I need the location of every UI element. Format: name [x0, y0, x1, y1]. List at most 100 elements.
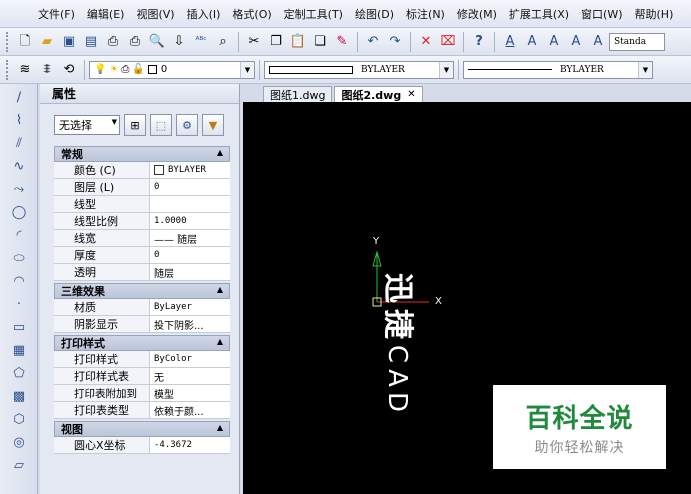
erase-icon[interactable]: ⌧: [438, 32, 458, 52]
plot-icon[interactable]: ⎙: [125, 32, 145, 52]
property-row-linetype[interactable]: 线型: [54, 196, 230, 213]
collapse-icon[interactable]: ▲: [217, 285, 223, 294]
cut-icon[interactable]: ✂: [244, 32, 264, 52]
donut-icon[interactable]: ◎: [8, 432, 30, 452]
text-style-icon[interactable]: A: [500, 32, 520, 52]
menu-file[interactable]: 文件(F): [32, 6, 81, 22]
property-row-plot-table-type[interactable]: 打印表类型 依赖于颜...: [54, 402, 230, 419]
watermark-title: 百科全说: [525, 403, 634, 434]
selection-dropdown[interactable]: 无选择 ▼: [54, 115, 120, 135]
paste-special-icon[interactable]: ❏: [310, 32, 330, 52]
menu-dimension[interactable]: 标注(N): [400, 6, 451, 22]
menu-edit[interactable]: 编辑(E): [81, 6, 131, 22]
collapse-icon[interactable]: ▲: [217, 423, 223, 432]
property-row-color[interactable]: 颜色 (C) BYLAYER: [54, 162, 230, 179]
delete-icon[interactable]: ✕: [416, 32, 436, 52]
print-preview-icon[interactable]: 🔍: [147, 32, 167, 52]
text-icon[interactable]: A: [522, 32, 542, 52]
revcloud-icon[interactable]: ⤳: [8, 179, 30, 199]
menu-help[interactable]: 帮助(H): [629, 6, 680, 22]
property-row-thickness[interactable]: 厚度 0: [54, 247, 230, 264]
layer-previous-icon[interactable]: ⟲: [59, 60, 79, 80]
text-find-icon[interactable]: A: [566, 32, 586, 52]
paste-icon[interactable]: 📋: [288, 32, 308, 52]
property-row-center-x[interactable]: 圆心X坐标 -4.3672: [54, 437, 230, 454]
property-row-transparency[interactable]: 透明 随层: [54, 264, 230, 281]
find-icon[interactable]: ⌕: [213, 32, 233, 52]
toggle-pickadd-icon[interactable]: ⊞: [124, 114, 146, 136]
property-row-material[interactable]: 材质 ByLayer: [54, 299, 230, 316]
drawing-canvas[interactable]: Y X 迅 捷 C A D 百科全说 助你轻松解决: [243, 102, 691, 494]
line-icon[interactable]: ∕: [8, 87, 30, 107]
help-icon[interactable]: ?: [469, 32, 489, 52]
property-row-linetype-scale[interactable]: 线型比例 1.0000: [54, 213, 230, 230]
undo-icon[interactable]: ↶: [363, 32, 383, 52]
section-3d-effects[interactable]: 三维效果 ▲: [54, 283, 230, 299]
tab-drawing2[interactable]: 图纸2.dwg ✕: [334, 86, 423, 102]
toolbar-grip[interactable]: [6, 31, 10, 52]
save-as-icon[interactable]: ▤: [81, 32, 101, 52]
new-file-icon[interactable]: 🗋: [15, 32, 35, 52]
filter-icon[interactable]: ▼: [202, 114, 224, 136]
tab-drawing1[interactable]: 图纸1.dwg: [263, 86, 333, 102]
menu-format[interactable]: 格式(O): [226, 6, 277, 22]
hatch-icon[interactable]: ▦: [8, 340, 30, 360]
cad-text-object[interactable]: 迅 捷 C A D: [377, 270, 417, 414]
ellipse-icon[interactable]: ⬭: [8, 248, 30, 268]
quick-select-icon[interactable]: ⚙: [176, 114, 198, 136]
menu-insert[interactable]: 插入(I): [181, 6, 227, 22]
toolbar-separator: [463, 31, 464, 52]
construction-line-icon[interactable]: ⫽: [8, 133, 30, 153]
copy-icon[interactable]: ❐: [266, 32, 286, 52]
text-style-select[interactable]: Standa: [609, 32, 665, 51]
layer-manager-icon[interactable]: ≋: [15, 60, 35, 80]
property-row-shadow[interactable]: 阴影显示 投下阴影...: [54, 316, 230, 333]
property-row-plot-style[interactable]: 打印样式 ByColor: [54, 351, 230, 368]
menu-modify[interactable]: 修改(M): [451, 6, 503, 22]
menu-draw[interactable]: 绘图(D): [349, 6, 400, 22]
section-general[interactable]: 常规 ▲: [54, 146, 230, 162]
wipeout-icon[interactable]: ▱: [8, 455, 30, 475]
polygon-icon[interactable]: ⬠: [8, 363, 30, 383]
redo-icon[interactable]: ↷: [385, 32, 405, 52]
toolbar-grip[interactable]: [6, 59, 10, 80]
ellipse-arc-icon[interactable]: ◠: [8, 271, 30, 291]
spline-icon[interactable]: ∿: [8, 156, 30, 176]
menu-view[interactable]: 视图(V): [130, 6, 180, 22]
close-icon[interactable]: ✕: [407, 89, 415, 100]
property-row-lineweight[interactable]: 线宽 —— 随层: [54, 230, 230, 247]
layer-state-icon[interactable]: ⩨: [37, 60, 57, 80]
spell-check-icon[interactable]: ᴬᴮᶜ: [191, 32, 211, 52]
lightbulb-icon: 💡: [94, 64, 107, 75]
section-plot-style[interactable]: 打印样式 ▲: [54, 335, 230, 351]
menu-custom-tools[interactable]: 定制工具(T): [278, 6, 349, 22]
point-icon[interactable]: ·: [8, 294, 30, 314]
circle-icon[interactable]: ◯: [8, 202, 30, 222]
color-select[interactable]: BYLAYER ▼: [264, 60, 454, 79]
property-row-plot-style-table[interactable]: 打印样式表无: [54, 368, 230, 385]
text-scale-icon[interactable]: A: [588, 32, 608, 52]
select-objects-icon[interactable]: ⬚: [150, 114, 172, 136]
region-icon[interactable]: ▩: [8, 386, 30, 406]
layer-select[interactable]: 💡 ☀ ⎙ 🔓 0 ▼: [89, 60, 255, 79]
rectangle-icon[interactable]: ▭: [8, 317, 30, 337]
publish-icon[interactable]: ⇩: [169, 32, 189, 52]
match-properties-icon[interactable]: ✎: [332, 32, 352, 52]
boundary-icon[interactable]: ⬡: [8, 409, 30, 429]
section-label: 视图: [61, 423, 83, 436]
collapse-icon[interactable]: ▲: [217, 148, 223, 157]
property-row-plot-table-attached[interactable]: 打印表附加到 模型: [54, 385, 230, 402]
print-icon[interactable]: ⎙: [103, 32, 123, 52]
selection-row: 无选择 ▼ ⊞ ⬚ ⚙ ▼: [54, 114, 224, 136]
collapse-icon[interactable]: ▲: [217, 337, 223, 346]
open-folder-icon[interactable]: ▰: [37, 32, 57, 52]
save-icon[interactable]: ▣: [59, 32, 79, 52]
property-row-layer[interactable]: 图层 (L) 0: [54, 179, 230, 196]
text-edit-icon[interactable]: A: [544, 32, 564, 52]
menu-extensions[interactable]: 扩展工具(X): [503, 6, 575, 22]
polyline-icon[interactable]: ⌇: [8, 110, 30, 130]
arc-icon[interactable]: ◜: [8, 225, 30, 245]
menu-window[interactable]: 窗口(W): [575, 6, 628, 22]
linetype-select[interactable]: BYLAYER ▼: [463, 60, 653, 79]
section-view[interactable]: 视图 ▲: [54, 421, 230, 437]
